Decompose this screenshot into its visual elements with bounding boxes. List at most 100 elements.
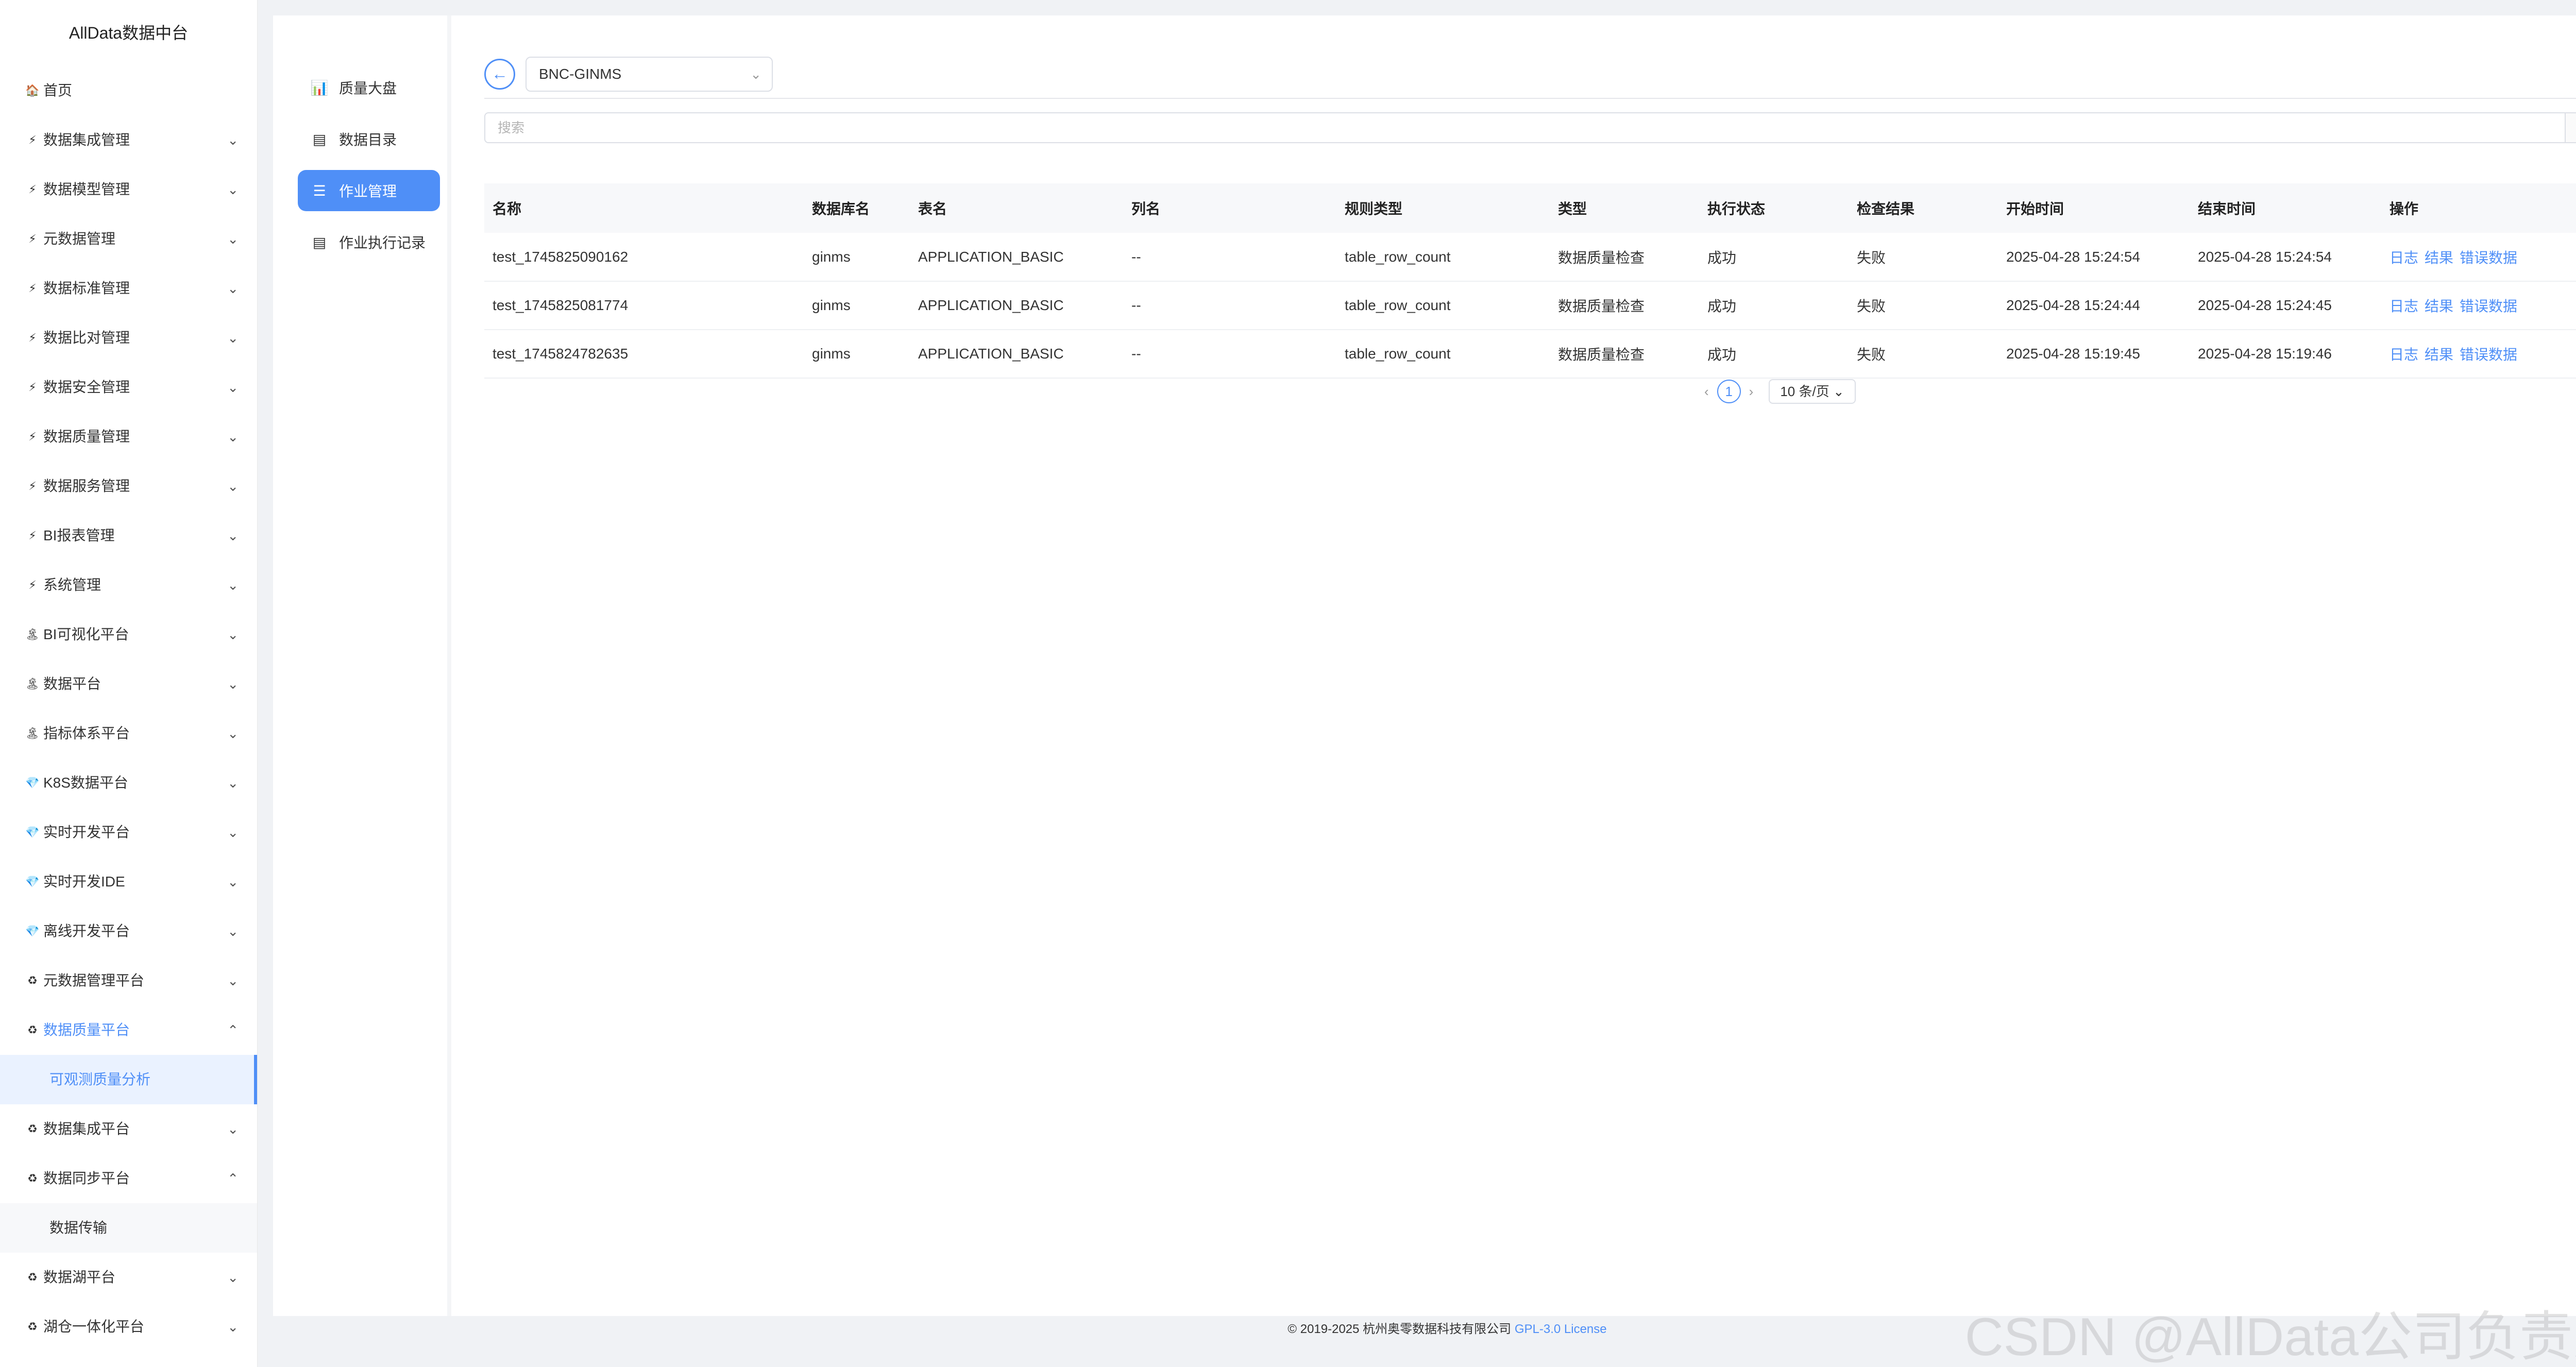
sidebar-item[interactable]: ⚡ 元数据管理 ⌄ (0, 214, 257, 264)
chevron-down-icon: ⌄ (227, 479, 239, 494)
prev-page-button[interactable]: ‹ (1704, 384, 1709, 400)
error-data-link[interactable]: 错误数据 (2460, 250, 2517, 266)
cell-type: 数据质量检查 (1550, 281, 1699, 330)
brand-title: AllData数据中台 (69, 24, 189, 42)
chevron-up-icon: ⌃ (227, 1022, 239, 1038)
sidebar-item-label: 离线开发平台 (43, 923, 130, 939)
cycle-icon: ♻ (27, 974, 38, 987)
log-link[interactable]: 日志 (2389, 347, 2418, 363)
bolt-icon: ⚡ (28, 480, 37, 492)
subnav-item-label: 质量大盘 (339, 80, 397, 96)
chevron-down-icon: ⌄ (227, 627, 239, 642)
jobs-table: 名称 数据库名 表名 列名 规则类型 类型 执行状态 检查结果 开始时间 结束时间 操作 test_… (484, 183, 2576, 379)
database-select[interactable]: BNC-GINMS ⌄ (526, 57, 773, 92)
search-button[interactable]: ⌕ (2565, 112, 2576, 143)
sidebar-item-label: 数据模型管理 (43, 181, 130, 197)
sidebar-item-label: 数据同步平台 (43, 1170, 130, 1186)
search-input[interactable]: 搜索 (484, 112, 2576, 143)
sidebar-item[interactable]: ⚡ 数据集成管理 ⌄ (0, 115, 257, 165)
page-number-current[interactable]: 1 (1717, 380, 1741, 403)
cell-column: -- (1123, 330, 1336, 379)
sidebar-subitem[interactable]: 数据传输 (0, 1203, 257, 1253)
cell-table: APPLICATION_BASIC (910, 330, 1123, 379)
column-header: 列名 (1123, 183, 1336, 233)
chevron-down-icon: ⌄ (227, 874, 239, 890)
result-link[interactable]: 结果 (2425, 250, 2453, 266)
job-management-content: ← BNC-GINMS ⌄ 搜索 ⌕ 名称数据库名表名列名规则类型类型执行状态检… (468, 15, 2576, 1316)
back-button[interactable]: ← (484, 59, 515, 90)
chevron-down-icon: ⌄ (227, 330, 239, 346)
sidebar-item[interactable]: ♻ 数据质量平台 ⌃ (0, 1005, 257, 1055)
error-data-link[interactable]: 错误数据 (2460, 347, 2517, 363)
main-panel: 📊 质量大盘 ▤ 数据目录 ☰ 作业管理 ▤ 作业执行记录 ← BNC-GINMS ⌄ 搜索 … (273, 15, 2576, 1316)
sidebar-item-label: 实时开发平台 (43, 824, 130, 840)
tree-icon: 🏝 (25, 677, 40, 690)
result-link[interactable]: 结果 (2425, 347, 2453, 363)
sidebar-item[interactable]: ♻ 数据同步平台 ⌃ (0, 1154, 257, 1203)
cell-actions: 日志 结果 错误数据 (2381, 330, 2576, 379)
cell-start: 2025-04-28 15:24:54 (1998, 233, 2190, 282)
subnav-item[interactable]: ▤ 作业执行记录 (298, 221, 440, 263)
page-size-select[interactable]: 10 条/页 ⌄ (1769, 379, 1856, 404)
cell-start: 2025-04-28 15:24:44 (1998, 281, 2190, 330)
sidebar-item[interactable]: 🏠 首页 (0, 66, 257, 115)
sidebar-menu: 🏠 首页 ⚡ 数据集成管理 ⌄ ⚡ 数据模型管理 ⌄ ⚡ 元数据管理 ⌄ ⚡ 数据标准管理 ⌄ ⚡ 数据比对管… (0, 66, 257, 1352)
sidebar-item[interactable]: ⚡ 数据服务管理 ⌄ (0, 462, 257, 511)
cell-column: -- (1123, 233, 1336, 282)
page-size-value: 10 条/页 (1780, 384, 1829, 399)
sidebar-item[interactable]: ♻ 湖仓一体化平台 ⌄ (0, 1302, 257, 1352)
subnav-item[interactable]: 📊 质量大盘 (298, 67, 440, 108)
column-header: 名称 (484, 183, 804, 233)
sidebar-item[interactable]: 💎 K8S数据平台 ⌄ (0, 758, 257, 808)
sidebar-item[interactable]: ♻ 数据湖平台 ⌄ (0, 1253, 257, 1302)
sidebar-item-label: 元数据管理平台 (43, 972, 145, 988)
sidebar-item[interactable]: ⚡ 数据模型管理 ⌄ (0, 165, 257, 214)
sidebar-item[interactable]: ♻ 数据集成平台 ⌄ (0, 1104, 257, 1154)
chevron-down-icon: ⌄ (227, 973, 239, 988)
sidebar-item[interactable]: ⚡ BI报表管理 ⌄ (0, 511, 257, 560)
database-select-value: BNC-GINMS (539, 66, 622, 82)
sidebar-item-label: 元数据管理 (43, 231, 116, 247)
sidebar-item[interactable]: 🏝 数据平台 ⌄ (0, 659, 257, 709)
sidebar-item[interactable]: ⚡ 数据比对管理 ⌄ (0, 313, 257, 363)
sidebar-item[interactable]: ♻ 元数据管理平台 ⌄ (0, 956, 257, 1005)
sidebar-item-label: 数据集成平台 (43, 1121, 130, 1137)
chevron-down-icon: ⌄ (227, 775, 239, 791)
sidebar-item[interactable]: 🏝 BI可视化平台 ⌄ (0, 610, 257, 659)
cell-type: 数据质量检查 (1550, 233, 1699, 282)
column-header: 操作 (2381, 183, 2576, 233)
chevron-down-icon: ⌄ (227, 1319, 239, 1335)
toolbar: ← BNC-GINMS ⌄ (484, 57, 2576, 99)
log-link[interactable]: 日志 (2389, 250, 2418, 266)
sidebar-item[interactable]: 🏝 指标体系平台 ⌄ (0, 709, 257, 758)
cell-type: 数据质量检查 (1550, 330, 1699, 379)
cell-start: 2025-04-28 15:19:45 (1998, 330, 2190, 379)
gem-icon: 💎 (25, 826, 40, 839)
sidebar-item[interactable]: 💎 离线开发平台 ⌄ (0, 907, 257, 956)
cell-rule-type: table_row_count (1336, 281, 1550, 330)
sidebar-item[interactable]: ⚡ 数据安全管理 ⌄ (0, 363, 257, 412)
sidebar-subitem[interactable]: 可观测质量分析 (0, 1055, 257, 1104)
sidebar-item[interactable]: 💎 实时开发平台 ⌄ (0, 808, 257, 857)
watermark: CSDN @AllData公司负责人 (1964, 1307, 2576, 1367)
sidebar-item[interactable]: ⚡ 数据质量管理 ⌄ (0, 412, 257, 462)
subnav-item[interactable]: ▤ 数据目录 (298, 118, 440, 160)
next-page-button[interactable]: › (1749, 384, 1754, 400)
log-link[interactable]: 日志 (2389, 298, 2418, 314)
sidebar-item[interactable]: 💎 实时开发IDE ⌄ (0, 857, 257, 907)
subnav-item[interactable]: ☰ 作业管理 (298, 170, 440, 211)
error-data-link[interactable]: 错误数据 (2460, 298, 2517, 314)
cell-result: 失败 (1849, 281, 1998, 330)
sidebar-item[interactable]: ⚡ 数据标准管理 ⌄ (0, 264, 257, 313)
bolt-icon: ⚡ (28, 381, 37, 394)
table-row: test_1745824782635 ginms APPLICATION_BASIC… (484, 330, 2576, 379)
sidebar-item-label: 数据标准管理 (43, 280, 130, 296)
sidebar-item[interactable]: ⚡ 系统管理 ⌄ (0, 560, 257, 610)
cell-rule-type: table_row_count (1336, 233, 1550, 282)
sidebar-item-label: 数据服务管理 (43, 478, 130, 494)
tree-icon: 🏝 (25, 727, 40, 740)
license-link[interactable]: GPL-3.0 License (1515, 1322, 1607, 1336)
cell-actions: 日志 结果 错误数据 (2381, 233, 2576, 282)
cycle-icon: ♻ (27, 1320, 38, 1333)
result-link[interactable]: 结果 (2425, 298, 2453, 314)
